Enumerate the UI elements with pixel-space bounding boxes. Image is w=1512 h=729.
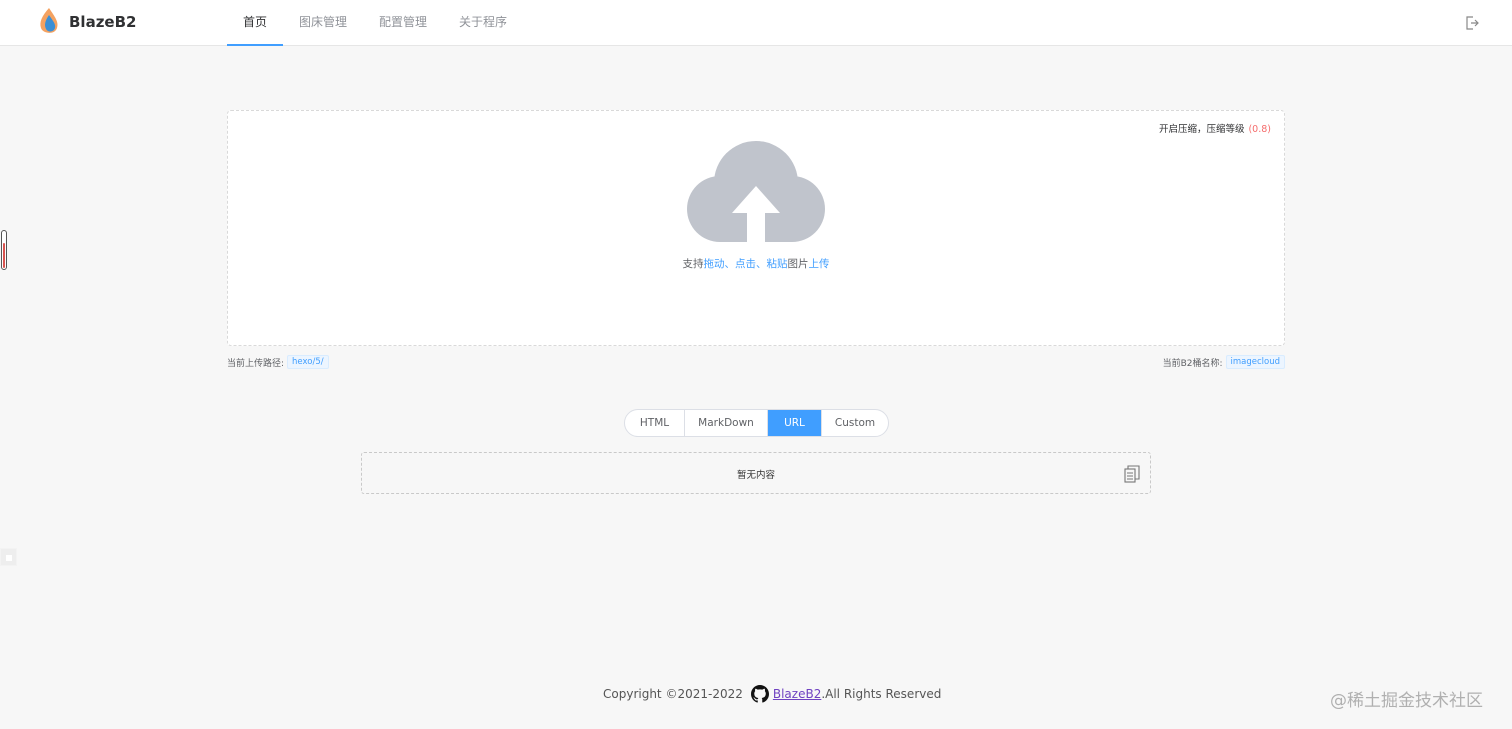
logout-icon[interactable]	[1464, 15, 1480, 31]
hint-click: 点击	[735, 258, 756, 270]
nav-image-hosting[interactable]: 图床管理	[283, 0, 363, 46]
path-label: 当前上传路径:	[227, 358, 285, 369]
footer: Copyright ©2021-2022 BlazeB2 .All Rights…	[603, 685, 941, 703]
hint-upload: 上传	[808, 258, 830, 270]
cloud-upload-icon	[687, 141, 825, 245]
bucket-info: 当前B2桶名称: imagecloud	[1163, 355, 1285, 369]
format-custom-button[interactable]: Custom	[822, 410, 888, 436]
compress-level: (0.8)	[1248, 124, 1271, 135]
hint-sep1: 、	[724, 258, 736, 270]
bucket-label: 当前B2桶名称:	[1162, 358, 1223, 369]
hint-sep2: 、	[756, 258, 767, 270]
upload-hint: 支持拖动、点击、粘贴图片上传	[228, 256, 1284, 271]
hint-paste: 粘贴	[766, 258, 788, 270]
copyright-text: Copyright ©2021-2022	[603, 687, 743, 701]
output-box: 暂无内容	[361, 452, 1151, 494]
top-header: BlazeB2 首页 图床管理 配置管理 关于程序	[0, 0, 1512, 46]
path-tag: hexo/5/	[287, 355, 329, 369]
hint-prefix: 支持	[682, 258, 704, 270]
nav-about[interactable]: 关于程序	[443, 0, 523, 46]
footer-brand-link[interactable]: BlazeB2	[773, 687, 821, 701]
upload-dropzone[interactable]: 开启压缩，压缩等级 (0.8) 支持拖动、点击、粘贴图片上传	[227, 110, 1285, 346]
output-empty-text: 暂无内容	[736, 470, 775, 481]
copy-icon[interactable]	[1124, 465, 1140, 483]
brand-name: BlazeB2	[69, 13, 137, 31]
format-selector: HTML MarkDown URL Custom	[624, 409, 889, 437]
compress-label: 开启压缩，压缩等级	[1158, 124, 1245, 135]
nav-home[interactable]: 首页	[227, 0, 284, 46]
compress-info: 开启压缩，压缩等级 (0.8)	[1159, 121, 1271, 135]
format-markdown-button[interactable]: MarkDown	[685, 410, 768, 436]
github-icon	[750, 685, 769, 703]
format-url-button[interactable]: URL	[768, 410, 822, 436]
watermark-text: @稀土掘金技术社区	[1330, 691, 1483, 711]
nav-config[interactable]: 配置管理	[363, 0, 443, 46]
upload-path-info: 当前上传路径: hexo/5/	[227, 355, 329, 369]
flame-logo-icon	[40, 8, 58, 33]
main-nav: 首页 图床管理 配置管理 关于程序	[227, 0, 523, 46]
hint-drag: 拖动	[703, 258, 725, 270]
bucket-tag: imagecloud	[1225, 355, 1285, 369]
format-html-button[interactable]: HTML	[625, 410, 685, 436]
side-gauge[interactable]	[1, 230, 7, 270]
rights-text: .All Rights Reserved	[821, 687, 942, 701]
side-toggle[interactable]	[0, 548, 17, 566]
hint-middle: 图片	[787, 258, 809, 270]
